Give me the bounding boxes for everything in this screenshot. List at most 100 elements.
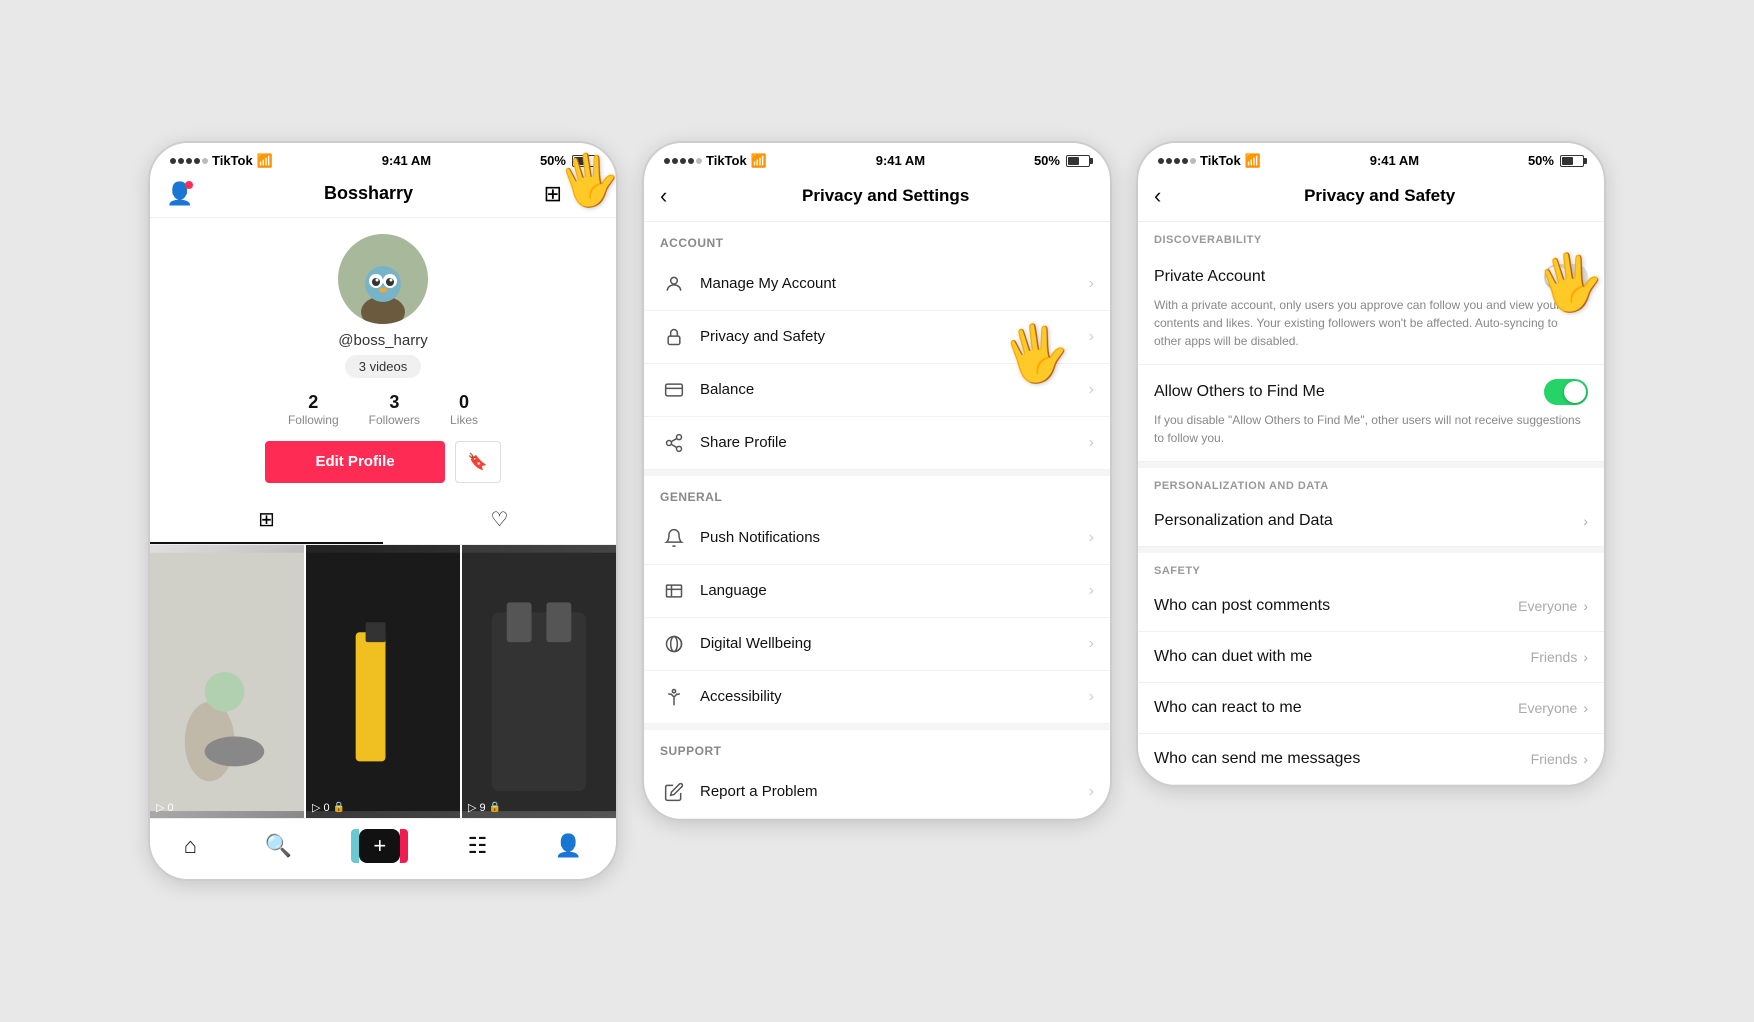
video-thumb-2[interactable]: ▷ 0 🔒: [306, 545, 460, 819]
profile-buttons: Edit Profile 🔖: [166, 441, 600, 483]
time-1: 9:41 AM: [382, 153, 431, 168]
manage-account-chevron: ›: [1089, 275, 1094, 293]
battery-icon-3: [1560, 155, 1584, 167]
balance-label: Balance: [700, 381, 1089, 398]
who-can-message-row[interactable]: Who can send me messages Friends ›: [1138, 734, 1604, 785]
inbox-nav-item[interactable]: ☷: [468, 833, 488, 859]
personalization-data-right: ›: [1583, 513, 1588, 529]
battery-icon-1: [572, 155, 596, 167]
followers-label: Followers: [369, 413, 420, 427]
dot1: [170, 158, 176, 164]
balance-chevron: ›: [1089, 381, 1094, 399]
battery-pct-2: 50%: [1034, 153, 1060, 168]
signal-dots-3: [1158, 158, 1196, 164]
wifi-icon-3: 📶: [1245, 153, 1261, 169]
add-friend-icon[interactable]: 👤: [166, 181, 193, 207]
share-profile-chevron: ›: [1089, 434, 1094, 452]
who-can-duet-label: Who can duet with me: [1154, 648, 1312, 666]
push-notifications-item[interactable]: Push Notifications ›: [644, 512, 1110, 565]
tab-likes[interactable]: ♡: [383, 497, 616, 544]
who-can-comment-chevron: ›: [1583, 598, 1588, 614]
followers-count: 3: [369, 392, 420, 413]
video-svg-3: [462, 545, 616, 819]
carrier-label-3: TikTok: [1200, 153, 1241, 168]
personalization-chevron: ›: [1583, 513, 1588, 529]
edit-profile-button[interactable]: Edit Profile: [265, 441, 444, 483]
likes-label: Likes: [450, 413, 478, 427]
plus-button[interactable]: +: [359, 829, 400, 863]
accessibility-label: Accessibility: [700, 688, 1089, 705]
digital-wellbeing-chevron: ›: [1089, 635, 1094, 653]
who-can-react-row[interactable]: Who can react to me Everyone ›: [1138, 683, 1604, 734]
who-can-comment-label: Who can post comments: [1154, 597, 1330, 615]
dot2: [178, 158, 184, 164]
status-right-2: 50%: [1034, 153, 1090, 168]
who-can-react-value: Everyone: [1518, 700, 1577, 716]
battery-fill-1: [574, 157, 585, 165]
video-grid: ▷ 0 ▷ 0 🔒: [150, 545, 616, 819]
carrier-label-2: TikTok: [706, 153, 747, 168]
avatar-svg: [338, 234, 428, 324]
stats-row: 2 Following 3 Followers 0 Likes: [166, 392, 600, 427]
language-item[interactable]: Language ›: [644, 565, 1110, 618]
home-nav-item[interactable]: ⌂: [184, 833, 197, 859]
share-profile-label: Share Profile: [700, 434, 1089, 451]
bookmark-button[interactable]: 🔖: [455, 441, 501, 483]
share-profile-item[interactable]: Share Profile ›: [644, 417, 1110, 470]
avatar: [338, 234, 428, 324]
battery-fill-2: [1068, 157, 1079, 165]
status-left-3: TikTok 📶: [1158, 153, 1261, 169]
following-count: 2: [288, 392, 339, 413]
who-can-message-chevron: ›: [1583, 751, 1588, 767]
who-can-message-right: Friends ›: [1531, 751, 1588, 767]
video-svg-2: [306, 545, 460, 819]
status-left-1: TikTok 📶: [170, 153, 273, 169]
accessibility-item[interactable]: Accessibility ›: [644, 671, 1110, 724]
digital-wellbeing-item[interactable]: Digital Wellbeing ›: [644, 618, 1110, 671]
play-icon-1: ▷: [156, 801, 164, 814]
personalization-data-label: Personalization and Data: [1154, 512, 1333, 530]
play-icon-3: ▷: [468, 801, 476, 814]
private-account-toggle[interactable]: [1544, 264, 1588, 290]
privacy-safety-item[interactable]: Privacy and Safety › 🖐: [644, 311, 1110, 364]
lock-icon-3: 🔒: [489, 802, 501, 813]
safety-screen: TikTok 📶 9:41 AM 50% ‹ Privacy and Safet…: [1136, 141, 1606, 787]
allow-others-desc: If you disable "Allow Others to Find Me"…: [1154, 411, 1588, 447]
video-thumb-3[interactable]: ▷ 9 🔒: [462, 545, 616, 819]
manage-account-item[interactable]: Manage My Account ›: [644, 258, 1110, 311]
qr-icon[interactable]: ⊞: [544, 181, 562, 207]
report-problem-chevron: ›: [1089, 783, 1094, 801]
allow-others-toggle[interactable]: [1544, 379, 1588, 405]
time-3: 9:41 AM: [1370, 153, 1419, 168]
view-count-3: 9: [479, 802, 485, 814]
tab-grid[interactable]: ⊞: [150, 497, 383, 544]
who-can-duet-value: Friends: [1531, 649, 1578, 665]
dot3: [186, 158, 192, 164]
person-icon: [660, 274, 688, 294]
more-icon[interactable]: ··· 🖐: [578, 181, 600, 207]
who-can-comment-row[interactable]: Who can post comments Everyone ›: [1138, 581, 1604, 632]
create-nav-item[interactable]: +: [359, 829, 400, 863]
settings-back-button[interactable]: ‹: [660, 183, 667, 209]
video-meta-2: ▷ 0 🔒: [312, 801, 345, 814]
battery-fill-3: [1562, 157, 1573, 165]
safety-back-button[interactable]: ‹: [1154, 183, 1161, 209]
time-2: 9:41 AM: [876, 153, 925, 168]
who-can-duet-row[interactable]: Who can duet with me Friends ›: [1138, 632, 1604, 683]
safety-section-label: SAFETY: [1138, 553, 1604, 581]
report-problem-item[interactable]: Report a Problem ›: [644, 766, 1110, 819]
digital-wellbeing-label: Digital Wellbeing: [700, 635, 1089, 652]
following-stat: 2 Following: [288, 392, 339, 427]
video-thumb-1[interactable]: ▷ 0: [150, 545, 304, 819]
profile-nav-item[interactable]: 👤: [555, 833, 582, 859]
videos-badge: 3 videos: [166, 355, 600, 378]
balance-item[interactable]: Balance ›: [644, 364, 1110, 417]
share-icon: [660, 433, 688, 453]
search-nav-item[interactable]: 🔍: [264, 833, 291, 859]
wifi-icon-1: 📶: [257, 153, 273, 169]
discoverability-label: DISCOVERABILITY: [1138, 222, 1604, 250]
private-account-knob: [1546, 266, 1568, 288]
general-section-label: GENERAL: [644, 476, 1110, 512]
personalization-data-row[interactable]: Personalization and Data ›: [1138, 496, 1604, 547]
accessibility-chevron: ›: [1089, 688, 1094, 706]
